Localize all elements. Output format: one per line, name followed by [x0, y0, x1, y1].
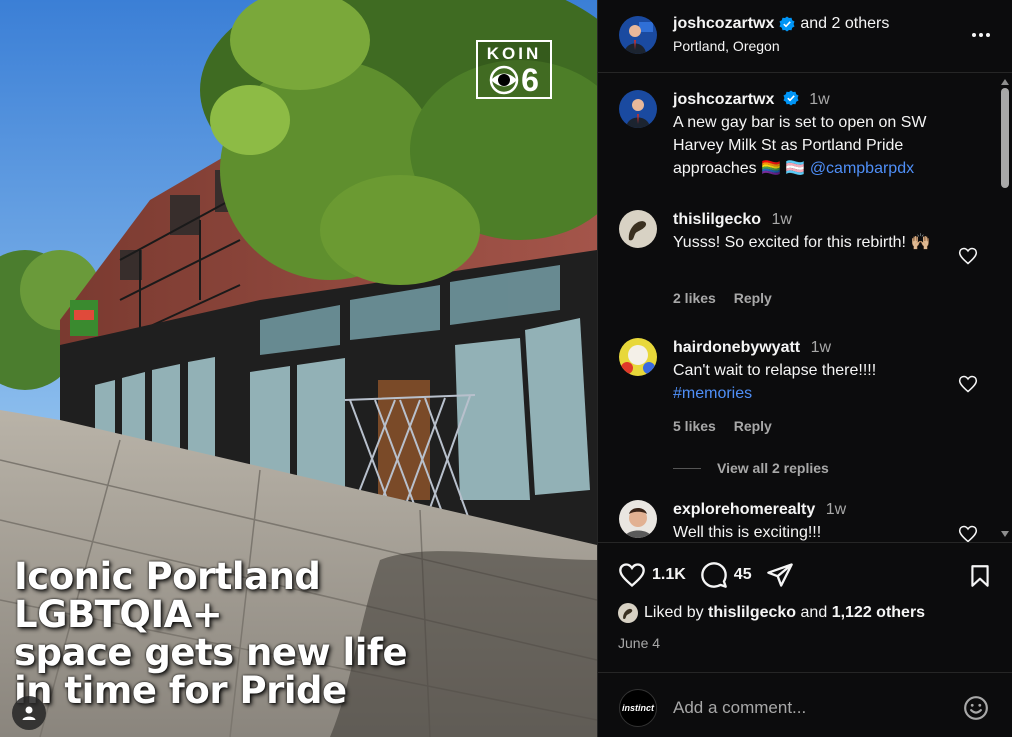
headline-line: space gets new life	[14, 631, 408, 674]
caption-time[interactable]: 1w	[809, 91, 829, 108]
comments-count[interactable]: 45	[734, 566, 752, 584]
likes-count[interactable]: 1.1K	[652, 566, 686, 584]
verified-badge-icon	[783, 90, 799, 106]
like-comment-heart-icon[interactable]	[958, 246, 978, 266]
caption-body: joshcozartwx 1w A new gay bar is set to …	[673, 88, 948, 180]
liked-by-avatar[interactable]	[618, 603, 638, 623]
more-dot	[972, 33, 976, 37]
scroll-up-arrow-icon[interactable]	[1001, 79, 1009, 85]
comment-text: Well this is exciting!!!	[673, 524, 822, 541]
comment-body: hairdonebywyatt 1w Can't wait to relapse…	[673, 336, 948, 405]
logo-text: KOIN	[486, 44, 542, 63]
current-user-avatar: instinct	[619, 689, 657, 727]
post-actions: 1.1K 45 Liked by thislilgecko and 1,122 …	[598, 542, 1012, 672]
like-comment-heart-icon[interactable]	[958, 374, 978, 394]
author-photo	[619, 16, 657, 54]
comment-username[interactable]: explorehomerealty	[673, 501, 815, 518]
liked-by: Liked by thislilgecko and 1,122 others	[618, 603, 925, 623]
more-options-button[interactable]	[969, 24, 993, 46]
comment-username[interactable]: thislilgecko	[673, 211, 761, 228]
liked-by-and: and	[800, 604, 828, 621]
like-heart-icon[interactable]	[618, 561, 646, 589]
save-bookmark-icon[interactable]	[967, 563, 993, 589]
reply-button[interactable]: Reply	[734, 290, 772, 306]
comments-list[interactable]: joshcozartwx 1w A new gay bar is set to …	[598, 74, 1012, 542]
comments-scrollbar[interactable]	[998, 74, 1012, 542]
more-dot	[986, 33, 990, 37]
liked-by-prefix: Liked by	[644, 604, 704, 621]
verified-badge-icon	[779, 16, 795, 32]
share-paper-plane-icon[interactable]	[766, 561, 794, 589]
comment-body: explorehomerealty 1w Well this is exciti…	[673, 498, 948, 542]
logo-mark: 6	[478, 64, 550, 96]
add-comment-bar: instinct	[598, 672, 1012, 737]
caption-username[interactable]: joshcozartwx	[673, 91, 774, 108]
headline-line: Iconic Portland	[14, 555, 321, 598]
logo-number: 6	[521, 62, 539, 98]
like-comment-heart-icon[interactable]	[958, 524, 978, 542]
hashtag-link[interactable]: #memories	[673, 385, 752, 402]
tagged-users-button[interactable]	[12, 696, 46, 730]
comment-likes[interactable]: 5 likes	[673, 418, 716, 434]
author-photo	[619, 90, 657, 128]
comment-time[interactable]: 1w	[826, 501, 846, 518]
commenter-avatar[interactable]	[619, 500, 657, 538]
coauthors-link[interactable]: and 2 others	[800, 15, 889, 33]
author-username[interactable]: joshcozartwx	[673, 15, 774, 33]
commenter-avatar[interactable]	[619, 338, 657, 376]
headline-overlay: Iconic Portland LGBTQIA+ space gets new …	[14, 558, 574, 710]
author-line: joshcozartwx and 2 others	[673, 15, 889, 33]
comment-text: Yusss! So excited for this rebirth! 🙌🏼	[673, 234, 931, 251]
emoji-smiley-icon[interactable]	[963, 695, 989, 721]
post-header: joshcozartwx and 2 others Portland, Oreg…	[598, 0, 1012, 73]
comment-body: thislilgecko 1w Yusss! So excited for th…	[673, 208, 948, 254]
liked-by-others[interactable]: 1,122 others	[832, 604, 925, 622]
commenter-photo	[619, 210, 657, 248]
location-link[interactable]: Portland, Oregon	[673, 38, 889, 54]
koin6-logo: KOIN 6	[476, 40, 552, 99]
cbs-eye-icon	[489, 65, 519, 95]
commenter-photo	[619, 338, 657, 376]
caption-avatar[interactable]	[619, 90, 657, 128]
comment-text: Can't wait to relapse there!!!!	[673, 362, 877, 379]
comment-likes[interactable]: 2 likes	[673, 290, 716, 306]
headline-line: in time for Pride	[14, 669, 347, 712]
comment-bubble-icon[interactable]	[700, 561, 728, 589]
comment-meta: 2 likes Reply	[673, 290, 772, 306]
comment-username[interactable]: hairdonebywyatt	[673, 339, 800, 356]
more-dot	[979, 33, 983, 37]
action-row: 1.1K 45	[618, 561, 794, 589]
comment-time[interactable]: 1w	[811, 339, 831, 356]
liker-photo	[618, 603, 638, 623]
replies-divider	[673, 467, 701, 469]
comment-input[interactable]	[673, 695, 943, 721]
headline-line: LGBTQIA+	[14, 593, 223, 636]
reply-button[interactable]: Reply	[734, 418, 772, 434]
commenter-avatar[interactable]	[619, 210, 657, 248]
author-info: joshcozartwx and 2 others Portland, Oreg…	[673, 15, 889, 54]
view-replies-label: View all 2 replies	[717, 460, 829, 476]
scroll-down-arrow-icon[interactable]	[1001, 531, 1009, 537]
user-icon	[22, 706, 36, 720]
post-date[interactable]: June 4	[618, 635, 660, 651]
post-details-panel: joshcozartwx and 2 others Portland, Oreg…	[597, 0, 1012, 737]
post-media[interactable]: KOIN 6 Iconic Portland LGBTQIA+ space ge…	[0, 0, 597, 737]
comment-meta: 5 likes Reply	[673, 418, 772, 434]
mention-link[interactable]: @campbarpdx	[810, 160, 914, 177]
liked-by-user[interactable]: thislilgecko	[708, 604, 796, 622]
commenter-photo	[619, 500, 657, 538]
author-avatar[interactable]	[619, 16, 657, 54]
view-replies-button[interactable]: View all 2 replies	[673, 460, 829, 476]
scroll-thumb[interactable]	[1001, 88, 1009, 188]
comment-time[interactable]: 1w	[771, 211, 791, 228]
